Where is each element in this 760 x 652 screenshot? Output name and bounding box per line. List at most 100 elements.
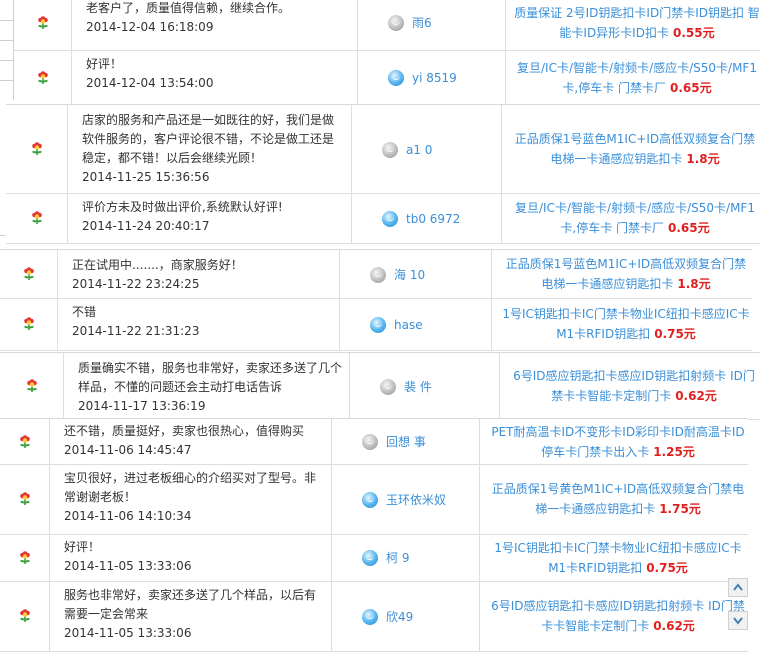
flower-cell [0,581,50,651]
user-avatar-icon [362,550,378,566]
buyer-name[interactable]: 海 10 [394,268,425,282]
comment-cell: 服务也非常好，卖家还多送了几个样品，以后有需要一定会常来 2014-11-05 1… [50,581,332,651]
comment-body: 服务也非常好，卖家还多送了几个样品，以后有需要一定会常来 [64,588,317,621]
flower-icon [19,434,30,448]
product-price: 0.65元 [668,221,710,235]
buyer-cell: a1 0 [352,105,502,193]
buyer-cell: 玉环依米奴 [332,464,480,534]
flower-cell [14,50,72,105]
buyer-name[interactable]: tb0 6972 [406,212,460,226]
product-link[interactable]: 复旦/IC卡/智能卡/射频卡/感应卡/S50卡/MF1卡,停车卡 门禁卡厂 [517,61,757,95]
buyer-name[interactable]: 雨6 [412,16,432,30]
flower-cell [0,534,50,581]
review-row: 好评！ 2014-11-05 13:33:06 柯 9 1号IC钥匙扣卡IC门禁卡物业… [0,534,748,582]
review-block-1: 老客户了，质量值得信赖，继续合作。 2014-12-04 16:18:09 雨6 质量… [14,0,760,106]
flower-cell [0,419,50,464]
comment-body: 好评！ [86,57,123,71]
flower-icon [19,550,30,564]
buyer-info: 欣49 [332,607,479,625]
product-info: 复旦/IC卡/智能卡/射频卡/感应卡/S50卡/MF1卡,停车卡 门禁卡厂 0.6… [514,58,760,98]
comment-cell: 店家的服务和产品还是一如既往的好，我们是做软件服务的，客户评论很不错，不论是做工… [68,105,352,193]
comment-cell: 老客户了，质量值得信赖，继续合作。 2014-12-04 16:18:09 [72,0,358,50]
comment-cell: 正在试用中.......，商家服务好！ 2014-11-22 23:24:25 [58,250,340,298]
review-row: 好评！ 2014-12-04 13:54:00 yi 8519 复旦/IC卡/智能卡/… [14,50,760,106]
review-block-4: 质量确实不错，服务也非常好，卖家还多送了几个样品，不懂的问题还会主动打电话告诉 2… [0,352,760,420]
user-avatar-icon [380,378,396,395]
product-link[interactable]: 复旦/IC卡/智能卡/射频卡/感应卡/S50卡/MF1卡,停车卡 门禁卡厂 [515,201,755,235]
flower-cell [0,353,64,419]
product-info: PET耐高温卡ID不变形卡ID彩印卡ID耐高温卡ID停车卡门禁卡出入卡 1.25元 [488,422,748,462]
product-link[interactable]: 1号IC钥匙扣卡IC门禁卡物业IC纽扣卡感应IC卡M1卡RFID钥匙扣 [494,541,741,575]
buyer-info: 海 10 [340,265,491,283]
comment-cell: 好评！ 2014-11-05 13:33:06 [50,534,332,581]
review-row: 正在试用中.......，商家服务好！ 2014-11-22 23:24:25 海 … [0,250,752,299]
buyer-info: a1 0 [352,140,501,158]
product-cell: 正品质保1号蓝色M1IC+ID高低双频复合门禁电梯一卡通感应钥匙扣卡 1.8元 [502,105,760,193]
product-info: 6号ID感应钥匙扣卡感应ID钥匙扣射频卡 ID门禁卡卡智能卡定制门卡 0.62元 [508,366,760,406]
comment-date: 2014-11-05 13:33:06 [64,626,192,640]
comment-date: 2014-11-05 13:33:06 [64,559,192,573]
comment-date: 2014-12-04 16:18:09 [86,20,214,34]
product-cell: 6号ID感应钥匙扣卡感应ID钥匙扣射频卡 ID门禁卡卡智能卡定制门卡 0.62元 [480,581,748,651]
product-price: 0.55元 [672,26,715,40]
flower-icon [37,70,48,84]
product-link[interactable]: 质量保证 2号ID钥匙扣卡ID门禁卡ID钥匙扣 智能卡ID异形卡ID扣卡 [514,6,760,40]
product-info: 1号IC钥匙扣卡IC门禁卡物业IC纽扣卡感应IC卡M1卡RFID钥匙扣 0.75元 [500,304,752,344]
buyer-name[interactable]: 回想 事 [386,435,426,449]
product-info: 正品质保1号黄色M1IC+ID高低双频复合门禁电梯一卡通感应钥匙扣卡 1.75元 [488,479,748,519]
comment-body: 不错 [72,305,97,319]
product-price: 0.62元 [675,389,717,403]
buyer-cell: 柯 9 [332,534,480,581]
comment-text: 不错 2014-11-22 21:31:23 [72,303,333,341]
review-row: 宝贝很好，进过老板细心的介绍买对了型号。非常谢谢老板！ 2014-11-06 14… [0,464,748,535]
review-row: 服务也非常好，卖家还多送了几个样品，以后有需要一定会常来 2014-11-05 1… [0,581,748,652]
buyer-name[interactable]: yi 8519 [412,71,457,85]
comment-date: 2014-11-22 23:24:25 [72,277,200,291]
buyer-name[interactable]: hase [394,318,423,332]
comment-text: 店家的服务和产品还是一如既往的好，我们是做软件服务的，客户评论很不错，不论是做工… [82,111,345,187]
user-avatar-icon [362,491,378,508]
comment-date: 2014-11-24 20:40:17 [82,219,210,233]
buyer-name[interactable]: 欣49 [386,610,413,624]
product-price: 1.8元 [686,152,720,166]
product-cell: 正品质保1号黄色M1IC+ID高低双频复合门禁电梯一卡通感应钥匙扣卡 1.75元 [480,464,748,534]
buyer-name[interactable]: 柯 9 [386,551,409,565]
buyer-cell: 欣49 [332,581,480,651]
product-price: 0.75元 [654,327,696,341]
product-link[interactable]: PET耐高温卡ID不变形卡ID彩印卡ID耐高温卡ID停车卡门禁卡出入卡 [491,425,744,459]
product-link[interactable]: 6号ID感应钥匙扣卡感应ID钥匙扣射频卡 ID门禁卡卡智能卡定制门卡 [513,369,755,403]
flower-cell [6,193,68,243]
review-row: 不错 2014-11-22 21:31:23 hase 1号IC钥匙扣卡IC门禁卡物业… [0,298,752,351]
comment-date: 2014-11-22 21:31:23 [72,324,200,338]
buyer-name[interactable]: 裴 件 [404,380,432,394]
buyer-info: 柯 9 [332,549,479,567]
review-row: 质量确实不错，服务也非常好，卖家还多送了几个样品，不懂的问题还会主动打电话告诉 2… [0,353,760,420]
product-price: 1.75元 [659,502,701,516]
product-info: 质量保证 2号ID钥匙扣卡ID门禁卡ID钥匙扣 智能卡ID异形卡ID扣卡 0.55… [514,3,760,43]
user-avatar-icon [362,434,378,450]
buyer-name[interactable]: 玉环依米奴 [386,493,446,507]
scroll-up-button[interactable] [728,578,748,597]
scroll-down-button[interactable] [728,611,748,630]
comment-body: 老客户了，质量值得信赖，继续合作。 [86,1,291,15]
buyer-info: tb0 6972 [352,209,501,227]
flower-icon [23,317,34,330]
comment-text: 服务也非常好，卖家还多送了几个样品，以后有需要一定会常来 2014-11-05 1… [64,586,325,643]
product-link[interactable]: 6号ID感应钥匙扣卡感应ID钥匙扣射频卡 ID门禁卡卡智能卡定制门卡 [491,599,745,633]
flower-cell [0,298,58,350]
buyer-info: 玉环依米奴 [332,490,479,508]
flower-cell [6,105,68,193]
product-link[interactable]: 正品质保1号黄色M1IC+ID高低双频复合门禁电梯一卡通感应钥匙扣卡 [492,482,744,516]
comment-body: 质量确实不错，服务也非常好，卖家还多送了几个样品，不懂的问题还会主动打电话告诉 [78,361,343,394]
comment-text: 好评！ 2014-11-05 13:33:06 [64,538,325,576]
comment-cell: 质量确实不错，服务也非常好，卖家还多送了几个样品，不懂的问题还会主动打电话告诉 2… [64,353,350,419]
comment-text: 正在试用中.......，商家服务好！ 2014-11-22 23:24:25 [72,256,333,294]
buyer-name[interactable]: a1 0 [406,143,432,157]
comment-body: 好评！ [64,540,101,554]
product-cell: 6号ID感应钥匙扣卡感应ID钥匙扣射频卡 ID门禁卡卡智能卡定制门卡 0.62元 [500,353,760,419]
buyer-cell: hase [340,298,492,350]
comment-date: 2014-12-04 13:54:00 [86,76,214,90]
product-link[interactable]: 1号IC钥匙扣卡IC门禁卡物业IC纽扣卡感应IC卡M1卡RFID钥匙扣 [502,307,749,341]
buyer-info: yi 8519 [358,69,505,87]
product-cell: 1号IC钥匙扣卡IC门禁卡物业IC纽扣卡感应IC卡M1卡RFID钥匙扣 0.75元 [492,298,752,350]
